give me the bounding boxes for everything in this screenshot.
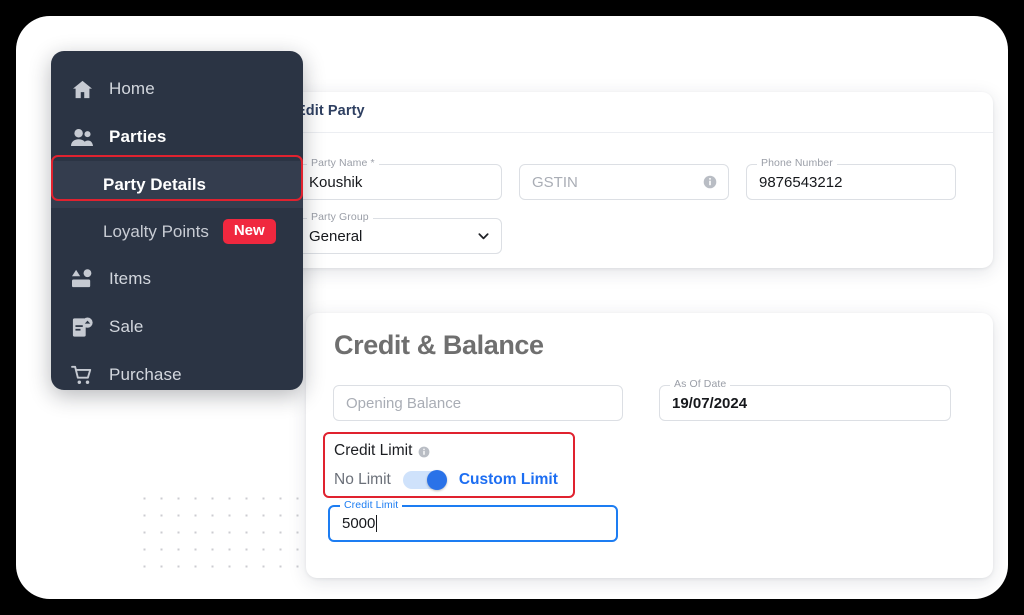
credit-limit-switch[interactable] bbox=[402, 470, 447, 490]
credit-limit-heading: Credit Limit bbox=[334, 442, 430, 460]
sidebar-item-parties[interactable]: Parties bbox=[51, 113, 303, 161]
sidebar-item-label: Purchase bbox=[109, 365, 182, 384]
phone-number-field[interactable]: Phone Number 9876543212 bbox=[746, 157, 956, 200]
toggle-on-label: Custom Limit bbox=[458, 471, 558, 488]
sidebar-item-label: Loyalty Points bbox=[103, 221, 209, 241]
sidebar: Home Parties Party Details Loyalty Point… bbox=[51, 51, 303, 390]
dot-grid-decoration bbox=[130, 484, 300, 574]
sidebar-item-home[interactable]: Home bbox=[51, 65, 303, 113]
badge-new: New bbox=[222, 219, 276, 244]
credit-balance-title: Credit & Balance bbox=[334, 330, 544, 360]
party-group-label: Party Group bbox=[307, 211, 373, 223]
cart-icon bbox=[69, 364, 95, 386]
credit-limit-toggle-group: Credit Limit No Limit Custom Limit bbox=[323, 432, 575, 498]
card-divider bbox=[296, 132, 993, 133]
items-icon bbox=[69, 268, 95, 290]
opening-balance-placeholder: Opening Balance bbox=[346, 394, 462, 412]
credit-limit-input-value: 5000 bbox=[342, 515, 376, 532]
info-icon[interactable] bbox=[418, 445, 430, 458]
party-name-field[interactable]: Party Name * Koushik bbox=[296, 157, 502, 200]
credit-limit-heading-label: Credit Limit bbox=[334, 442, 413, 459]
sale-icon bbox=[69, 316, 95, 338]
party-group-select[interactable]: Party Group General bbox=[296, 211, 502, 254]
toggle-off-label: No Limit bbox=[334, 471, 391, 488]
credit-limit-input[interactable]: Credit Limit 5000 bbox=[328, 499, 618, 542]
sidebar-item-label: Parties bbox=[109, 127, 167, 146]
party-group-value: General bbox=[309, 227, 363, 245]
credit-limit-toggle-row: No Limit Custom Limit bbox=[334, 470, 558, 490]
as-of-date-value: 19/07/2024 bbox=[672, 394, 748, 412]
chevron-down-icon[interactable] bbox=[477, 230, 490, 243]
text-caret bbox=[376, 515, 378, 532]
sidebar-item-label: Items bbox=[109, 269, 152, 288]
sidebar-item-label: Home bbox=[109, 79, 155, 98]
gstin-placeholder: GSTIN bbox=[532, 173, 578, 191]
sidebar-item-label: Sale bbox=[109, 317, 144, 336]
party-name-value: Koushik bbox=[309, 173, 363, 191]
credit-balance-card: Credit & Balance Opening Balance As Of D… bbox=[306, 313, 993, 578]
edit-party-title: Edit Party bbox=[296, 103, 365, 119]
phone-number-label: Phone Number bbox=[757, 157, 837, 169]
info-icon[interactable] bbox=[703, 175, 717, 189]
switch-knob bbox=[426, 470, 447, 490]
screenshot-frame: Home Parties Party Details Loyalty Point… bbox=[0, 0, 1024, 615]
sidebar-item-party-details[interactable]: Party Details bbox=[51, 161, 303, 208]
app-window: Home Parties Party Details Loyalty Point… bbox=[16, 16, 1008, 599]
sidebar-item-sale[interactable]: Sale bbox=[51, 303, 303, 351]
sidebar-item-items[interactable]: Items bbox=[51, 255, 303, 303]
as-of-date-label: As Of Date bbox=[670, 378, 731, 390]
phone-number-value: 9876543212 bbox=[759, 173, 843, 191]
as-of-date-field[interactable]: As Of Date 19/07/2024 bbox=[659, 378, 951, 421]
sidebar-item-loyalty-points[interactable]: Loyalty Points New bbox=[51, 208, 303, 255]
sidebar-item-label: Party Details bbox=[103, 174, 206, 194]
sidebar-item-purchase[interactable]: Purchase bbox=[51, 351, 303, 399]
credit-limit-input-label: Credit Limit bbox=[340, 499, 403, 511]
people-icon bbox=[69, 126, 95, 148]
gstin-field[interactable]: GSTIN bbox=[519, 164, 729, 200]
edit-party-card: Edit Party Party Name * Koushik GSTIN Ph… bbox=[278, 92, 993, 268]
home-icon bbox=[69, 78, 95, 100]
opening-balance-field[interactable]: Opening Balance bbox=[333, 385, 623, 421]
party-name-label: Party Name * bbox=[307, 157, 379, 169]
